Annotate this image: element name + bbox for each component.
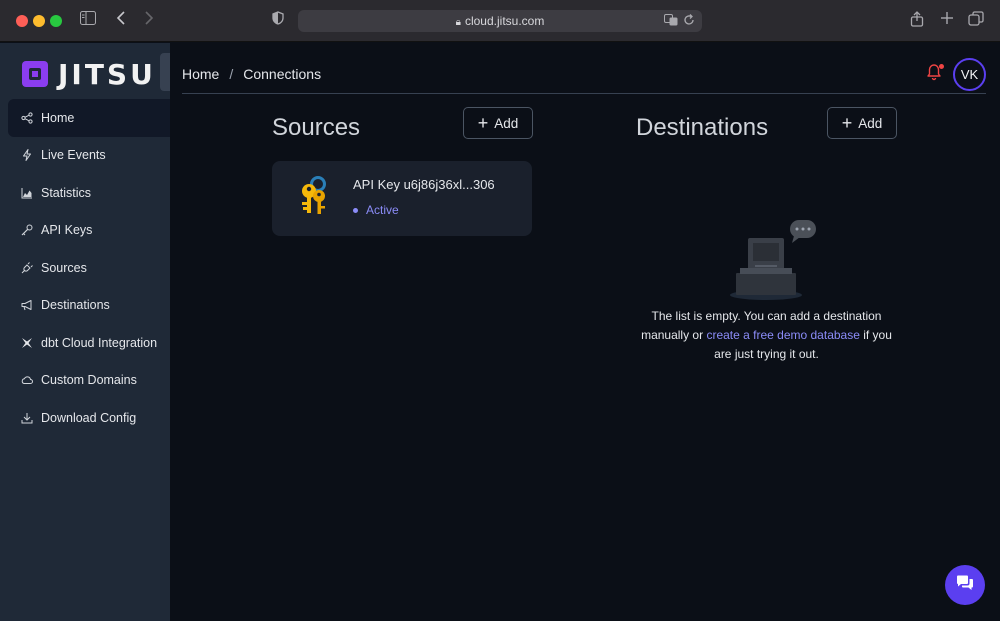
chat-icon <box>956 575 974 596</box>
sidebar-item-statistics[interactable]: Statistics <box>8 174 170 212</box>
forward-icon[interactable] <box>144 11 154 31</box>
source-card-title: API Key u6j86j36xl...306 <box>353 177 495 192</box>
sidebar-item-label: API Keys <box>41 223 93 238</box>
sources-title: Sources <box>272 114 361 141</box>
sidebar: JITSU Home Live Events Statistics API Ke… <box>0 43 170 621</box>
sidebar-item-custom-domains[interactable]: Custom Domains <box>8 362 170 400</box>
sidebar-item-label: Home <box>41 110 75 125</box>
maximize-window-button[interactable] <box>50 15 62 27</box>
notification-bell-icon[interactable] <box>926 63 944 83</box>
plus-icon: + <box>477 113 489 133</box>
status-dot <box>353 207 358 213</box>
sidebar-item-label: Destinations <box>41 298 110 313</box>
new-tab-icon[interactable] <box>940 11 954 31</box>
share-nodes-icon <box>20 111 34 125</box>
back-icon[interactable] <box>116 11 126 31</box>
sidebar-item-download-config[interactable]: Download Config <box>8 399 170 437</box>
sidebar-item-dbt-cloud-integration[interactable]: dbt Cloud Integration <box>8 324 170 362</box>
avatar[interactable]: VK <box>953 58 986 91</box>
breadcrumb: Home / Connections <box>182 66 321 82</box>
sidebar-nav: Home Live Events Statistics API Keys Sou… <box>8 99 170 437</box>
cloud-icon <box>20 373 34 387</box>
tab-overview-icon[interactable] <box>968 11 984 33</box>
notification-dot <box>939 64 944 69</box>
add-destination-button[interactable]: + Add <box>827 107 897 139</box>
jitsu-logo[interactable]: JITSU <box>22 57 156 91</box>
plus-icon: + <box>841 113 853 133</box>
dbt-icon <box>20 336 34 350</box>
add-source-button[interactable]: + Add <box>463 107 533 139</box>
area-chart-icon <box>20 186 34 200</box>
breadcrumb-home[interactable]: Home <box>182 66 219 82</box>
lock-icon: 🔒︎ <box>455 17 461 28</box>
address-bar[interactable]: 🔒︎ cloud.jitsu.com <box>298 10 702 32</box>
sidebar-toggle-icon[interactable] <box>80 11 96 31</box>
chat-support-button[interactable] <box>945 565 985 605</box>
sidebar-item-label: Custom Domains <box>41 373 137 388</box>
share-icon[interactable] <box>910 11 924 33</box>
reload-icon[interactable] <box>683 13 695 32</box>
jitsu-logo-icon <box>22 61 48 87</box>
sidebar-item-live-events[interactable]: Live Events <box>8 137 170 175</box>
sidebar-item-destinations[interactable]: Destinations <box>8 287 170 325</box>
privacy-shield-icon[interactable] <box>272 11 284 31</box>
source-card[interactable]: API Key u6j86j36xl...306 Active <box>272 161 532 236</box>
sidebar-item-label: Sources <box>41 260 87 275</box>
breadcrumb-separator: / <box>229 66 234 82</box>
empty-state-illustration <box>726 218 822 302</box>
plug-icon <box>20 261 34 275</box>
create-demo-database-link[interactable]: create a free demo database <box>706 328 859 342</box>
sidebar-item-api-keys[interactable]: API Keys <box>8 212 170 250</box>
status-text: Active <box>366 203 399 217</box>
status-badge: Active <box>353 203 399 217</box>
sidebar-item-sources[interactable]: Sources <box>8 249 170 287</box>
url-text: cloud.jitsu.com <box>464 14 545 28</box>
key-icon <box>20 223 34 237</box>
megaphone-icon <box>20 298 34 312</box>
sidebar-collapse-handle[interactable] <box>160 53 170 91</box>
sidebar-item-label: dbt Cloud Integration <box>41 335 158 350</box>
translate-icon[interactable] <box>664 13 678 32</box>
sidebar-item-label: Download Config <box>41 410 137 425</box>
browser-toolbar: 🔒︎ cloud.jitsu.com <box>0 0 1000 42</box>
add-destination-label: Add <box>858 115 883 131</box>
main-content: Home / Connections VK Sources + Add API … <box>170 43 1000 621</box>
close-window-button[interactable] <box>16 15 28 27</box>
destinations-title: Destinations <box>636 114 769 141</box>
download-icon <box>20 411 34 425</box>
minimize-window-button[interactable] <box>33 15 45 27</box>
add-source-label: Add <box>494 115 519 131</box>
keys-icon <box>292 175 332 219</box>
logo-text: JITSU <box>58 57 156 91</box>
sidebar-item-label: Live Events <box>41 148 106 163</box>
lightning-icon <box>20 148 34 162</box>
empty-state-message: The list is empty. You can add a destina… <box>640 307 893 364</box>
sidebar-item-home[interactable]: Home <box>8 99 170 137</box>
breadcrumb-connections: Connections <box>243 66 322 82</box>
sidebar-item-label: Statistics <box>41 185 92 200</box>
header-divider <box>182 93 986 94</box>
